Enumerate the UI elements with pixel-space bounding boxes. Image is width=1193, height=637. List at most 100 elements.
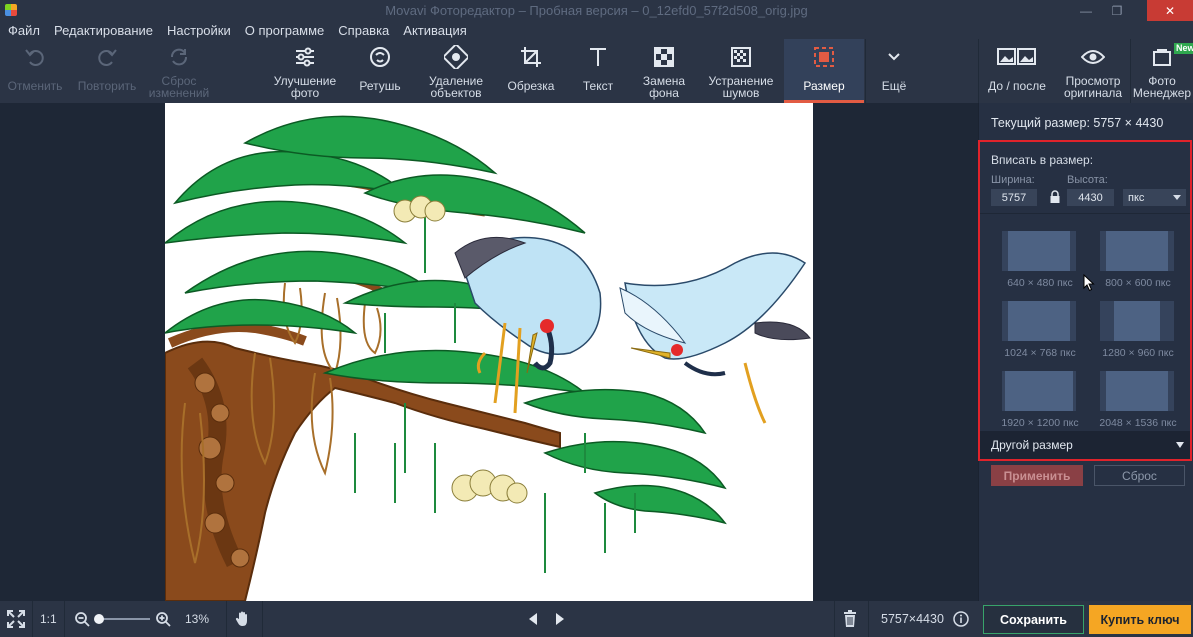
enhance-photo-button[interactable]: Улучшение фото — [268, 39, 342, 103]
unit-select[interactable]: пкс — [1123, 189, 1186, 206]
other-size-dropdown[interactable]: Другой размер — [980, 431, 1190, 459]
chevron-down-icon — [1173, 195, 1181, 200]
fit-screen-button[interactable] — [6, 601, 26, 637]
menu-bar: Файл Редактирование Настройки О программ… — [0, 21, 1193, 39]
width-label: Ширина: — [991, 174, 1035, 186]
height-label: Высота: — [1067, 174, 1108, 186]
pan-tool-button[interactable] — [234, 601, 252, 637]
view-original-button[interactable]: Просмотр оригинала — [1058, 39, 1128, 103]
before-after-button[interactable]: До / после — [982, 39, 1052, 103]
redo-button[interactable]: Повторить — [72, 39, 142, 103]
crop-icon — [519, 39, 543, 75]
zoom-out-button[interactable] — [74, 601, 90, 637]
window-title: Movavi Фоторедактор – Пробная версия – 0… — [385, 3, 808, 18]
actual-size-button[interactable]: 1:1 — [40, 601, 57, 637]
divider — [226, 601, 227, 637]
zoom-slider-handle[interactable] — [94, 614, 104, 624]
other-size-label: Другой размер — [991, 438, 1073, 452]
bg-label-2: фона — [649, 86, 679, 100]
trash-icon — [844, 610, 856, 627]
text-icon — [586, 39, 610, 75]
photo-manager-icon: New — [1152, 39, 1193, 75]
undo-icon — [24, 39, 46, 75]
zoom-out-icon — [75, 612, 90, 627]
preset-thumbnail — [1002, 231, 1076, 271]
width-input[interactable]: 5757 — [991, 189, 1037, 206]
apply-button[interactable]: Применить — [991, 465, 1083, 486]
toolbar-divider — [865, 39, 866, 103]
photo-manager-button[interactable]: New Фото Менеджер — [1131, 39, 1193, 103]
divider — [868, 601, 869, 637]
more-tools-button[interactable]: Ещё — [870, 39, 918, 103]
lock-aspect-icon[interactable] — [1049, 190, 1061, 204]
preset-1280x960[interactable]: 1280 × 960 пкс — [1078, 292, 1178, 359]
restore-button[interactable]: ❐ — [1102, 0, 1132, 21]
denoise-label-2: шумов — [722, 86, 760, 100]
zoom-level: 13% — [185, 612, 210, 626]
undo-button[interactable]: Отменить — [4, 39, 66, 103]
resize-label: Размер — [803, 79, 845, 93]
menu-help[interactable]: Справка — [338, 23, 389, 38]
resize-tab[interactable]: Размер — [784, 39, 864, 103]
next-image-button[interactable] — [554, 601, 566, 637]
preset-1920x1200[interactable]: 1920 × 1200 пкс — [980, 362, 1080, 429]
arrow-left-icon — [529, 613, 537, 625]
preset-label: 1280 × 960 пкс — [1102, 347, 1174, 359]
divider — [980, 213, 1190, 214]
buy-key-button[interactable]: Купить ключ — [1089, 605, 1191, 634]
photo-canvas[interactable] — [165, 103, 813, 601]
close-button[interactable]: ✕ — [1147, 0, 1193, 21]
title-bar: Movavi Фоторедактор – Пробная версия – 0… — [0, 0, 1193, 21]
preset-1024x768[interactable]: 1024 × 768 пкс — [980, 292, 1080, 359]
retouch-button[interactable]: Ретушь — [350, 39, 410, 103]
zoom-in-icon — [156, 612, 171, 627]
save-button[interactable]: Сохранить — [983, 605, 1084, 634]
new-badge: New — [1174, 43, 1193, 54]
divider — [834, 601, 835, 637]
preset-2048x1536[interactable]: 2048 × 1536 пкс — [1078, 362, 1178, 429]
sliders-icon — [293, 39, 317, 75]
info-icon — [953, 611, 969, 627]
zoom-slider-track[interactable] — [98, 618, 150, 620]
undo-label: Отменить — [7, 79, 63, 93]
preset-thumbnail — [1002, 371, 1076, 411]
menu-file[interactable]: Файл — [8, 23, 40, 38]
menu-edit[interactable]: Редактирование — [54, 23, 153, 38]
mouse-cursor-icon — [1083, 274, 1095, 292]
zoom-in-button[interactable] — [155, 601, 171, 637]
height-input[interactable]: 4430 — [1067, 189, 1114, 206]
delete-button[interactable] — [843, 601, 857, 637]
chevron-down-icon — [887, 39, 901, 75]
fit-to-size-section: Вписать в размер: Ширина: Высота: 5757 4… — [978, 140, 1192, 461]
menu-settings[interactable]: Настройки — [167, 23, 231, 38]
menu-activation[interactable]: Активация — [403, 23, 466, 38]
info-button[interactable] — [953, 601, 969, 637]
text-label: Текст — [582, 79, 614, 93]
preset-640x480[interactable]: 640 × 480 пкс — [980, 222, 1080, 289]
preset-thumbnail — [1100, 231, 1174, 271]
preset-thumbnail — [1100, 371, 1174, 411]
before-after-label: До / после — [988, 79, 1046, 93]
menu-about[interactable]: О программе — [245, 23, 325, 38]
reset-changes-button[interactable]: Сброс изменений — [144, 39, 214, 103]
chevron-down-icon — [1176, 442, 1184, 448]
previous-image-button[interactable] — [527, 601, 539, 637]
crop-label: Обрезка — [507, 79, 555, 93]
bottom-bar: 1:1 13% 5757×4430 Сохранить Купить ключ — [0, 601, 1193, 637]
hand-icon — [235, 611, 247, 626]
reset-button[interactable]: Сброс — [1094, 465, 1185, 486]
before-after-icon — [997, 39, 1037, 75]
redo-label: Повторить — [77, 79, 137, 93]
remove-objects-button[interactable]: Удаление объектов — [420, 39, 492, 103]
crop-button[interactable]: Обрезка — [500, 39, 562, 103]
eye-icon — [1081, 39, 1105, 75]
denoise-button[interactable]: Устранение шумов — [700, 39, 782, 103]
replace-background-button[interactable]: Замена фона — [636, 39, 692, 103]
text-button[interactable]: Текст — [570, 39, 626, 103]
minimize-button[interactable]: — — [1071, 0, 1101, 21]
crane-pine-artwork — [165, 115, 811, 601]
resize-icon — [812, 39, 836, 75]
noise-icon — [729, 39, 753, 75]
divider — [262, 601, 263, 637]
more-label: Ещё — [881, 79, 907, 93]
